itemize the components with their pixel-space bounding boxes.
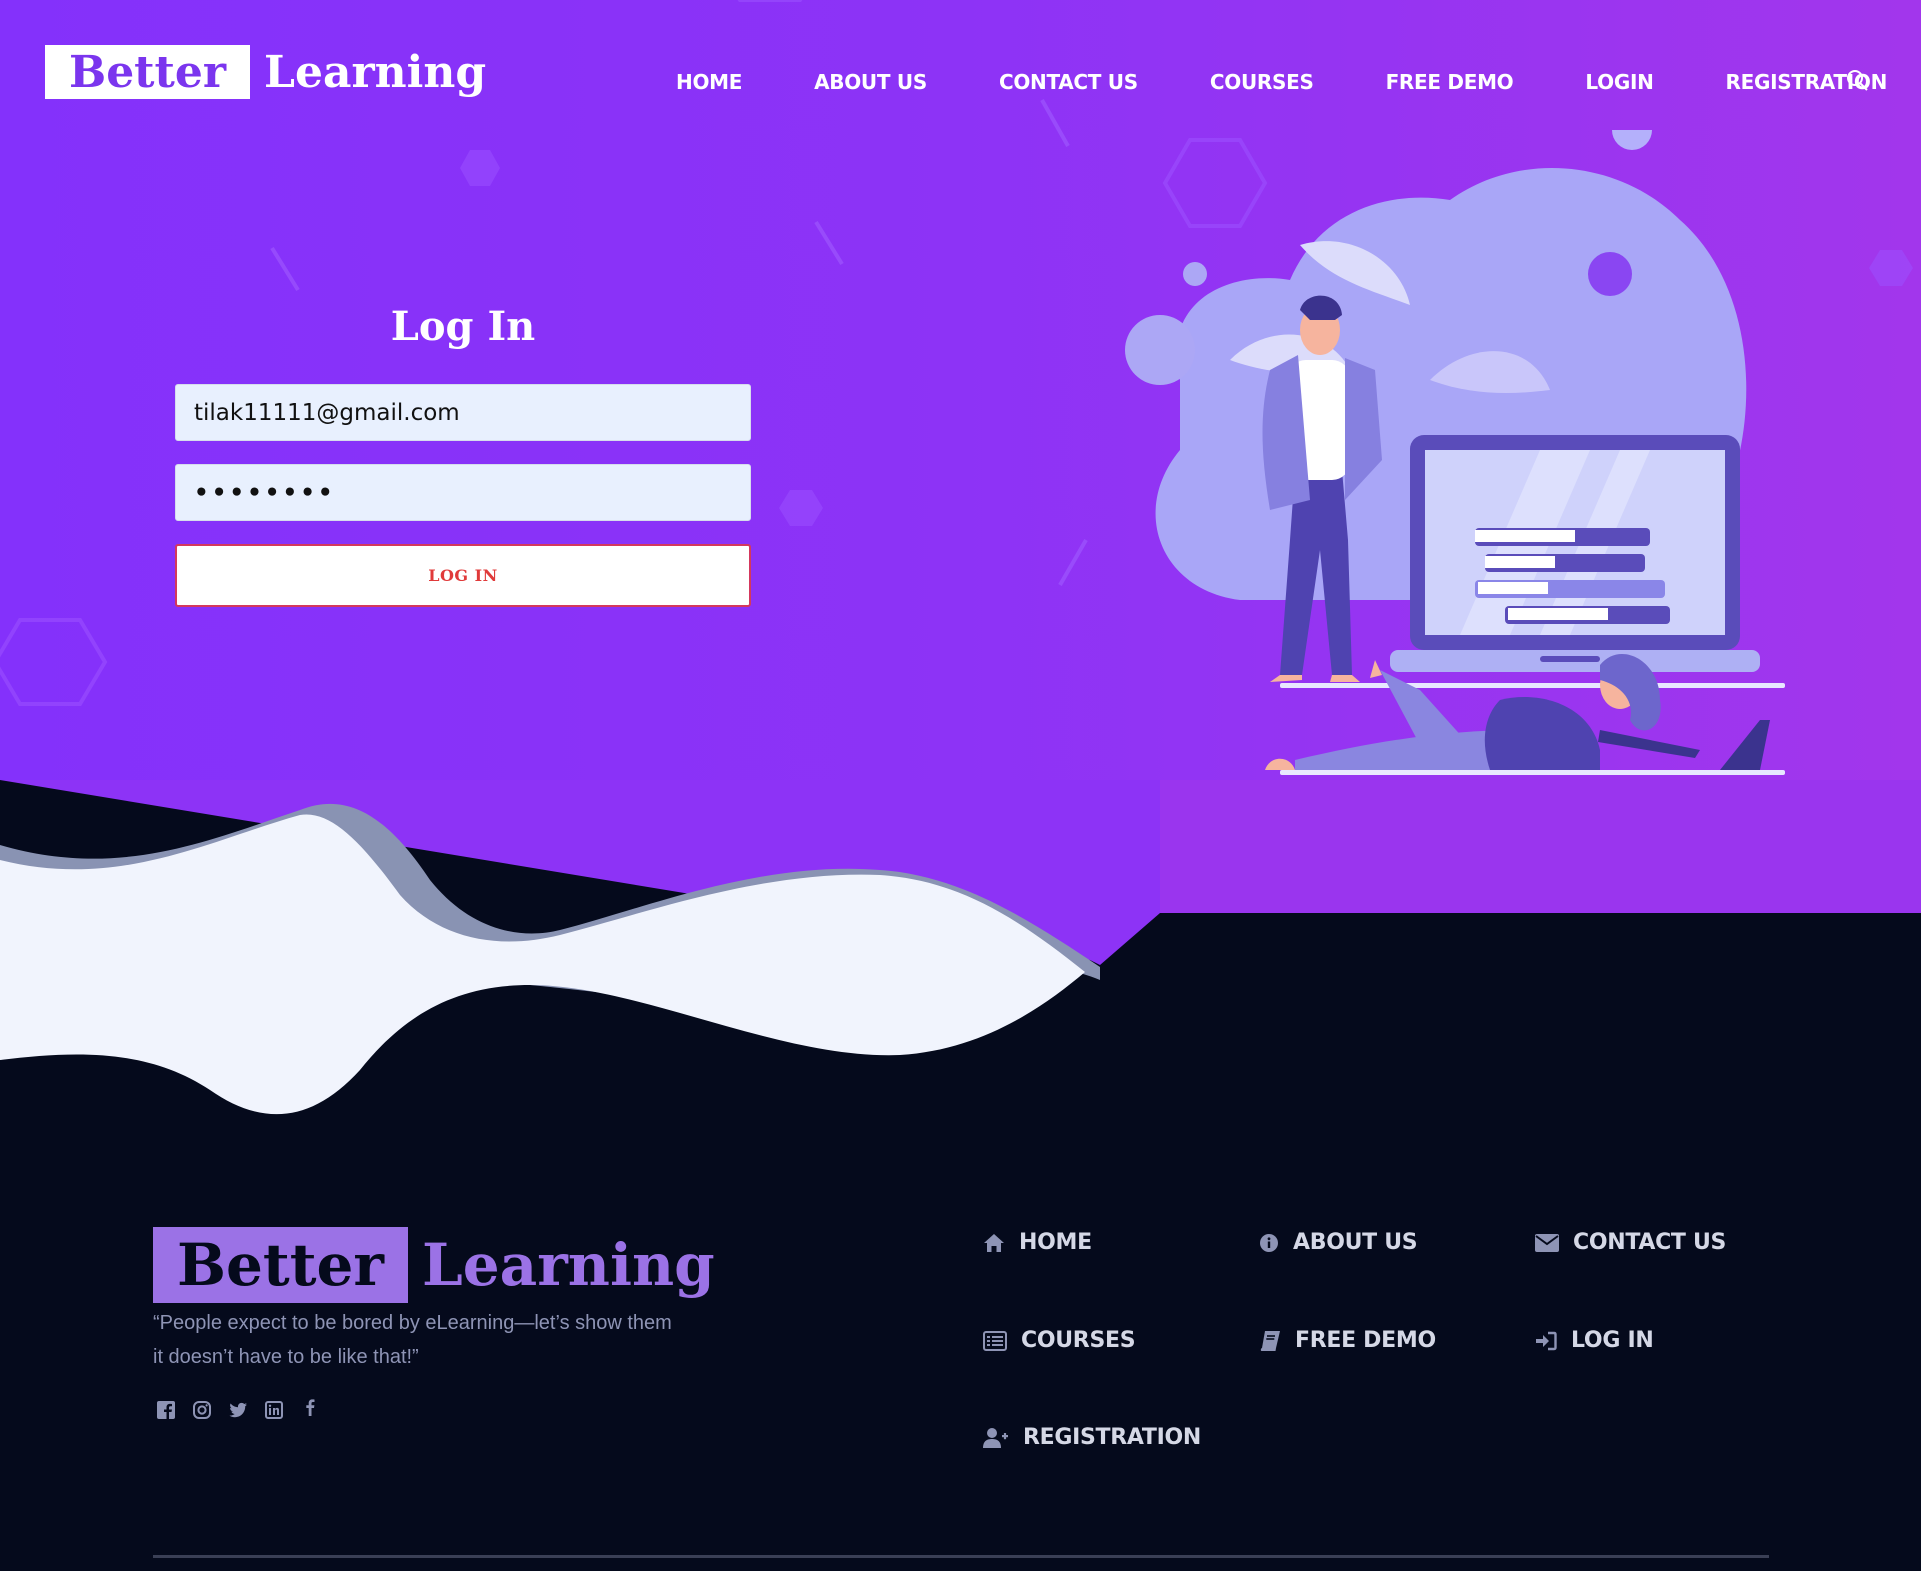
footer-link-login-label: LOG IN: [1571, 1328, 1654, 1353]
nav-courses[interactable]: COURSES: [1210, 70, 1314, 94]
footer-link-demo[interactable]: FREE DEMO: [1259, 1328, 1436, 1353]
hero-section: Better Learning HOME ABOUT US CONTACT US…: [0, 0, 1921, 915]
elearning-illustration: [1125, 130, 1785, 775]
footer-link-home-label: HOME: [1019, 1230, 1092, 1255]
login-title: Log In: [390, 303, 536, 350]
footer-link-contact-label: CONTACT US: [1573, 1230, 1727, 1255]
user-plus-icon: [983, 1427, 1008, 1448]
sign-in-icon: [1536, 1331, 1557, 1350]
nav-login[interactable]: LOGIN: [1585, 70, 1653, 94]
search-icon[interactable]: [1845, 68, 1869, 92]
footer-link-home[interactable]: HOME: [983, 1230, 1092, 1255]
social-links: [156, 1397, 320, 1420]
login-button[interactable]: LOG IN: [175, 544, 751, 607]
info-icon: [1260, 1233, 1278, 1252]
nav-home[interactable]: HOME: [676, 70, 742, 94]
password-field[interactable]: [175, 464, 751, 521]
linkedin-icon[interactable]: [264, 1400, 284, 1420]
footer-link-demo-label: FREE DEMO: [1295, 1328, 1436, 1353]
footer-link-courses[interactable]: COURSES: [983, 1328, 1136, 1353]
footer-link-registration-label: REGISTRATION: [1023, 1425, 1202, 1450]
twitter-icon[interactable]: [228, 1400, 248, 1420]
facebook-f-icon[interactable]: [300, 1397, 320, 1417]
instagram-icon[interactable]: [192, 1400, 212, 1420]
footer-link-contact[interactable]: CONTACT US: [1535, 1230, 1726, 1255]
list-icon: [983, 1330, 1007, 1351]
main-nav: HOME ABOUT US CONTACT US COURSES FREE DE…: [676, 70, 1887, 94]
footer-logo[interactable]: Better Learning: [153, 1227, 715, 1303]
envelope-icon: [1535, 1233, 1559, 1252]
footer-logo-learning: Learning: [421, 1231, 715, 1299]
facebook-icon[interactable]: [156, 1400, 176, 1420]
site-logo[interactable]: Better Learning: [45, 45, 486, 99]
footer-logo-better: Better: [153, 1227, 408, 1303]
footer-divider: [153, 1555, 1769, 1558]
footer-link-courses-label: COURSES: [1021, 1328, 1136, 1353]
home-icon: [984, 1233, 1004, 1252]
wave-divider: [0, 780, 1921, 1140]
nav-about-us[interactable]: ABOUT US: [814, 70, 927, 94]
footer-link-about-label: ABOUT US: [1293, 1230, 1418, 1255]
logo-learning: Learning: [264, 46, 487, 98]
footer-tagline: “People expect to be bored by eLearning—…: [153, 1312, 672, 1368]
footer-link-about[interactable]: ABOUT US: [1259, 1230, 1418, 1255]
footer-nav: HOME ABOUT US CONTACT US COURSES FREE DE…: [980, 1225, 1800, 1475]
nav-free-demo[interactable]: FREE DEMO: [1386, 70, 1514, 94]
footer-link-registration[interactable]: REGISTRATION: [983, 1425, 1201, 1450]
nav-contact-us[interactable]: CONTACT US: [999, 70, 1138, 94]
book-icon: [1260, 1330, 1280, 1351]
logo-better: Better: [45, 45, 251, 99]
footer-link-login[interactable]: LOG IN: [1535, 1328, 1654, 1353]
email-field[interactable]: [175, 384, 751, 441]
